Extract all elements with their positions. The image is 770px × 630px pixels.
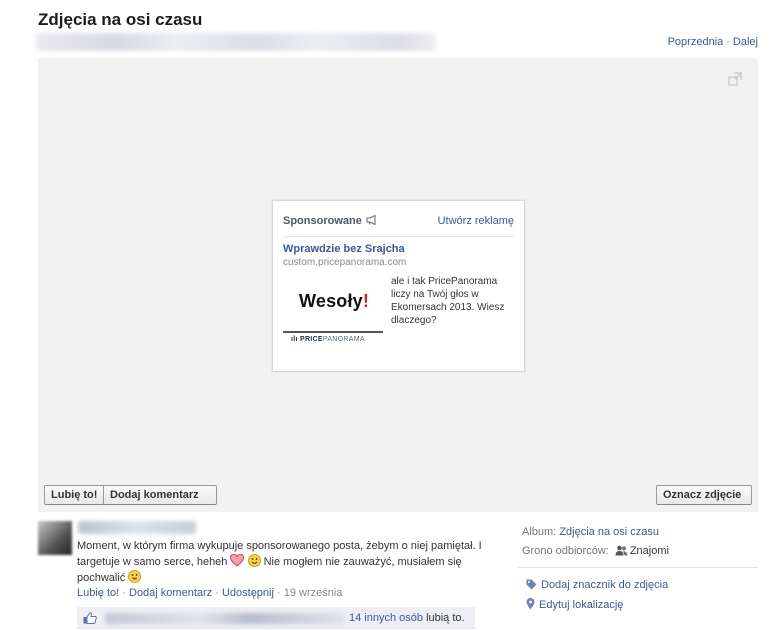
sponsored-text: Sponsorowane xyxy=(283,215,362,227)
edit-location-row: Edytuj lokalizację xyxy=(526,598,668,618)
album-link[interactable]: Zdjęcia na osi czasu xyxy=(559,526,659,538)
location-pin-icon xyxy=(526,598,535,610)
likes-summary: 14 innych osób lubią to. xyxy=(77,607,475,629)
sidebar-actions: Dodaj znacznik do zdjęcia Edytuj lokaliz… xyxy=(526,578,668,618)
logo-light-text: PANORAMA xyxy=(322,336,365,343)
actions-separator-3: · xyxy=(277,587,281,599)
likes-count-text: 14 innych osób lubią to. xyxy=(349,612,465,624)
tag-icon xyxy=(526,579,537,590)
like-photo-button[interactable]: Lubię to! xyxy=(44,485,104,505)
tongue-smiley-icon xyxy=(128,570,142,583)
friends-icon xyxy=(615,545,628,556)
audience-label: Grono odbiorców: xyxy=(522,545,609,557)
ad-image[interactable]: Wesoły! ılı PRICEPANORAMA xyxy=(283,275,383,347)
album-label: Album: xyxy=(522,526,557,538)
post-like-link[interactable]: Lubię to! xyxy=(77,587,119,599)
photo-stage: Sponsorowane Utwórz reklamę Wprawdzie be… xyxy=(38,58,758,512)
page-title: Zdjęcia na osi czasu xyxy=(38,10,203,29)
add-tag-link[interactable]: Dodaj znacznik do zdjęcia xyxy=(541,579,668,591)
post-share-link[interactable]: Udostępnij xyxy=(222,587,274,599)
logo-bold-text: PRICE xyxy=(299,336,323,343)
ad-image-divider xyxy=(283,331,383,333)
ad-body-text: ale i tak PricePanorama liczy na Twój gł… xyxy=(391,276,505,326)
actions-separator-1: · xyxy=(122,587,126,599)
ad-header: Sponsorowane Utwórz reklamę xyxy=(283,215,514,237)
blurred-author-name[interactable] xyxy=(78,521,196,534)
post-date: 19 września xyxy=(283,587,343,599)
ad-image-word: Wesoły! xyxy=(299,291,369,312)
add-tag-row: Dodaj znacznik do zdjęcia xyxy=(526,578,668,598)
heart-icon xyxy=(230,554,245,567)
smiley-icon xyxy=(247,554,261,567)
others-like-link[interactable]: 14 innych osób xyxy=(349,612,423,624)
tag-photo-button[interactable]: Oznacz zdjęcie xyxy=(656,485,752,505)
blurred-liker-names[interactable] xyxy=(105,613,345,624)
ad-image-exclamation: ! xyxy=(362,291,370,311)
post-comment-link[interactable]: Dodaj komentarz xyxy=(129,587,212,599)
avatar[interactable] xyxy=(38,521,72,555)
post-actions: Lubię to! · Dodaj komentarz · Udostępnij… xyxy=(77,587,342,599)
create-ad-link[interactable]: Utwórz reklamę xyxy=(438,215,514,227)
photo-sidebar: Album: Zdjęcia na osi czasu Grono odbior… xyxy=(522,525,758,563)
next-link[interactable]: Dalej xyxy=(733,36,758,48)
ad-title-link[interactable]: Wprawdzie bez Srajcha xyxy=(283,243,405,255)
edit-location-link[interactable]: Edytuj lokalizację xyxy=(539,599,623,611)
audience-row: Grono odbiorców: Znajomi xyxy=(522,544,758,563)
sponsored-label: Sponsorowane xyxy=(283,215,378,227)
audience-value[interactable]: Znajomi xyxy=(630,545,669,557)
ad-domain: custom.pricepanorama.com xyxy=(283,257,407,268)
blurred-subtitle xyxy=(36,33,436,51)
megaphone-icon xyxy=(366,215,376,225)
sidebar-divider xyxy=(518,567,758,568)
post-caption: Moment, w którym firma wykupuje sponsoro… xyxy=(77,538,487,586)
fullscreen-icon[interactable] xyxy=(728,72,742,86)
photo-navigation: Poprzednia · Dalej xyxy=(668,36,758,48)
previous-link[interactable]: Poprzednia xyxy=(668,36,724,48)
thumbs-up-icon xyxy=(83,612,97,624)
pricepanorama-logo: ılı PRICEPANORAMA xyxy=(291,336,365,343)
nav-separator: · xyxy=(726,36,730,48)
likes-suffix: lubią to. xyxy=(426,612,465,624)
actions-separator-2: · xyxy=(215,587,219,599)
add-comment-button[interactable]: Dodaj komentarz xyxy=(103,485,217,505)
album-row: Album: Zdjęcia na osi czasu xyxy=(522,525,758,544)
ad-image-word-text: Wesoły xyxy=(299,291,363,311)
sponsored-ad-card: Sponsorowane Utwórz reklamę Wprawdzie be… xyxy=(272,200,525,372)
